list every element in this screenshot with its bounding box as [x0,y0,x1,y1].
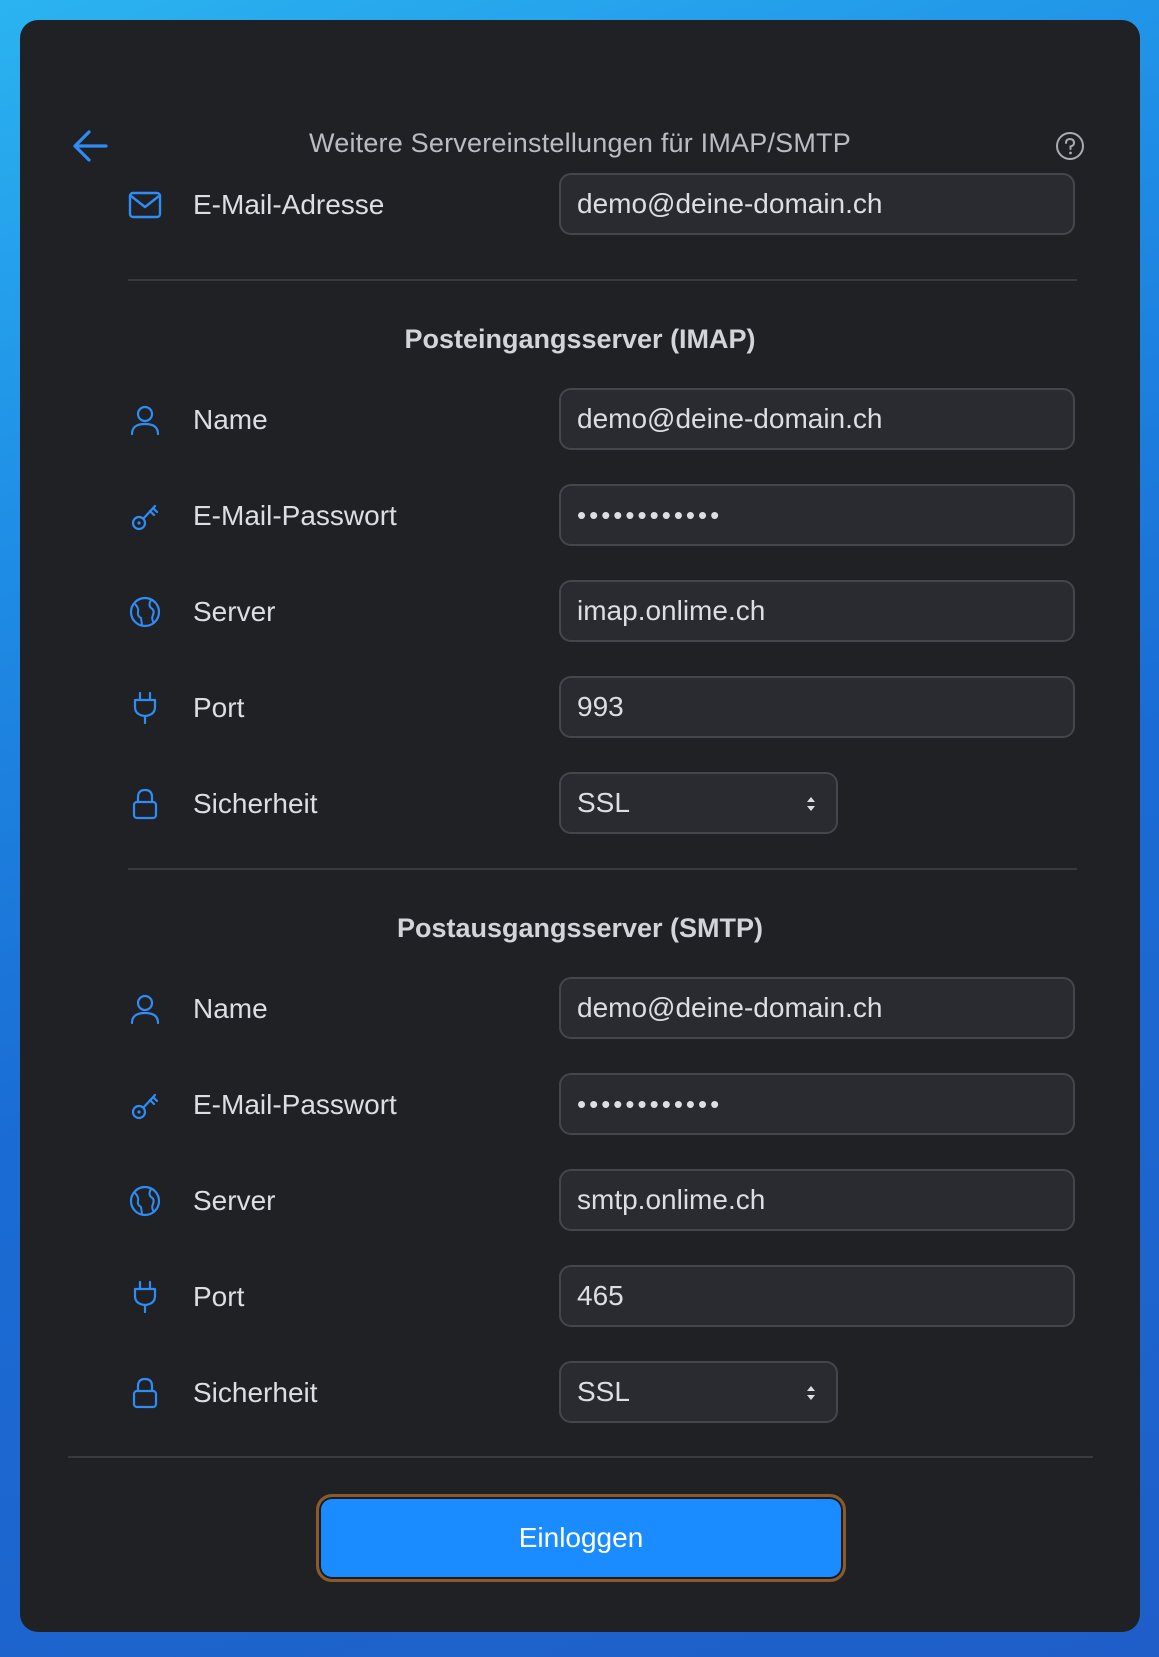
help-button[interactable] [1050,126,1090,166]
imap-port-row: Port 993 [128,676,1078,740]
imap-name-label: Name [193,404,268,435]
user-icon [128,993,162,1025]
smtp-name-row: Name demo@deine-domain.ch [128,977,1078,1041]
plug-icon [128,691,162,725]
smtp-server-label: Server [193,1185,276,1216]
imap-security-row: Sicherheit SSL [128,772,1078,836]
lock-icon [128,1377,162,1409]
smtp-password-label: E-Mail-Passwort [193,1089,397,1120]
smtp-port-label: Port [193,1281,245,1312]
imap-port-label: Port [193,692,245,723]
imap-server-row: Server imap.onlime.ch [128,580,1078,644]
email-field[interactable]: demo@deine-domain.ch [559,173,1075,235]
smtp-security-select[interactable]: SSL [559,1361,838,1423]
imap-server-field[interactable]: imap.onlime.ch [559,580,1075,642]
globe-icon [128,596,162,628]
email-row: E-Mail-Adresse demo@deine-domain.ch [128,173,1078,237]
footer-divider [68,1456,1093,1458]
imap-password-row: E-Mail-Passwort •••••••••••• [128,484,1078,548]
smtp-security-row: Sicherheit SSL [128,1361,1078,1425]
smtp-section-title: Postausgangsserver (SMTP) [396,913,764,943]
login-button[interactable]: Einloggen [316,1494,846,1582]
smtp-name-label: Name [193,993,268,1024]
imap-section-title: Posteingangsserver (IMAP) [404,324,756,354]
imap-port-field[interactable]: 993 [559,676,1075,738]
smtp-server-field[interactable]: smtp.onlime.ch [559,1169,1075,1231]
key-icon [128,500,162,532]
smtp-security-value: SSL [577,1376,630,1407]
smtp-password-row: E-Mail-Passwort •••••••••••• [128,1073,1078,1137]
imap-security-value: SSL [577,787,630,818]
plug-icon [128,1280,162,1314]
header: Weitere Servereinstellungen für IMAP/SMT… [20,116,1140,176]
divider [128,279,1077,281]
imap-password-label: E-Mail-Passwort [193,500,397,531]
select-chevron-icon [806,1384,816,1402]
imap-name-row: Name demo@deine-domain.ch [128,388,1078,452]
envelope-icon [128,189,162,221]
settings-panel: Weitere Servereinstellungen für IMAP/SMT… [20,20,1140,1632]
imap-password-field[interactable]: •••••••••••• [559,484,1075,546]
lock-icon [128,788,162,820]
user-icon [128,404,162,436]
key-icon [128,1089,162,1121]
imap-security-select[interactable]: SSL [559,772,838,834]
email-label: E-Mail-Adresse [193,189,385,220]
smtp-port-field[interactable]: 465 [559,1265,1075,1327]
smtp-name-field[interactable]: demo@deine-domain.ch [559,977,1075,1039]
divider [128,868,1077,870]
globe-icon [128,1185,162,1217]
imap-server-label: Server [193,596,276,627]
question-circle-icon [1055,131,1085,161]
page-title: Weitere Servereinstellungen für IMAP/SMT… [309,128,851,158]
smtp-port-row: Port 465 [128,1265,1078,1329]
smtp-security-label: Sicherheit [193,1377,318,1408]
imap-name-field[interactable]: demo@deine-domain.ch [559,388,1075,450]
smtp-server-row: Server smtp.onlime.ch [128,1169,1078,1233]
smtp-password-field[interactable]: •••••••••••• [559,1073,1075,1135]
select-chevron-icon [806,795,816,813]
imap-security-label: Sicherheit [193,788,318,819]
